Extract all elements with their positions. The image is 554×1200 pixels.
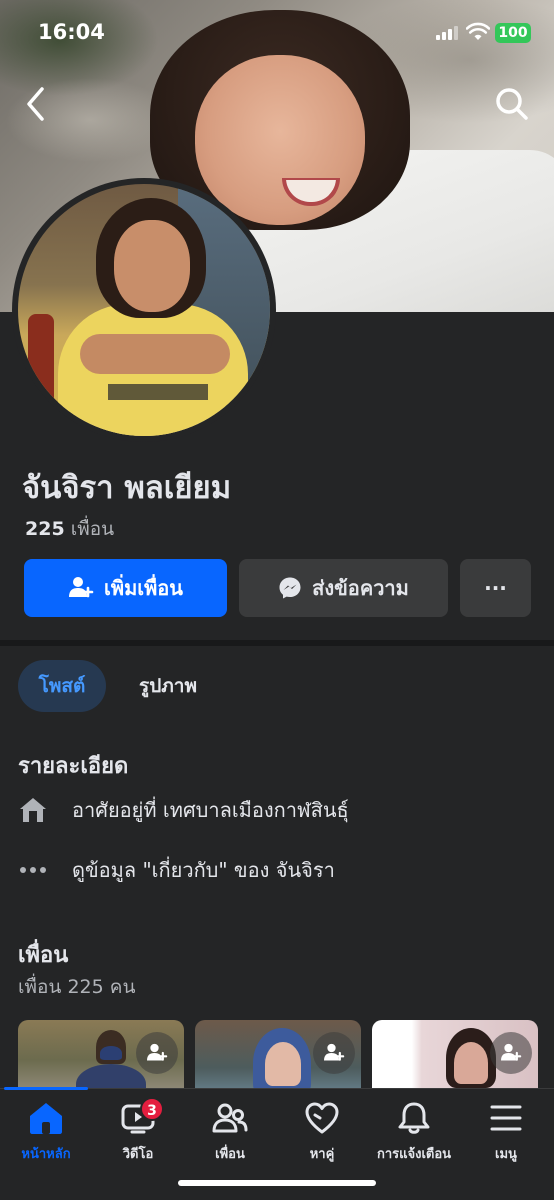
- message-label: ส่งข้อความ: [312, 576, 409, 600]
- nav-friends[interactable]: เพื่อน: [184, 1101, 276, 1171]
- back-button[interactable]: [14, 82, 58, 126]
- dating-heart-icon: [305, 1102, 339, 1134]
- add-friend-icon: [501, 1043, 522, 1061]
- add-friend-icon: [324, 1043, 345, 1061]
- add-friend-button[interactable]: เพิ่มเพื่อน: [24, 559, 227, 617]
- home-indicator: [178, 1180, 376, 1186]
- friends-title: เพื่อน: [18, 943, 69, 968]
- detail-lives-in: อาศัยอยู่ที่ เทศบาลเมืองกาฬสินธุ์: [18, 792, 349, 828]
- lives-in-text: อาศัยอยู่ที่ เทศบาลเมืองกาฬสินธุ์: [72, 798, 349, 822]
- status-time: 16:04: [38, 20, 105, 44]
- bell-icon: [398, 1102, 430, 1134]
- details-title: รายละเอียด: [18, 754, 129, 779]
- nav-menu-label: เมนู: [495, 1147, 517, 1162]
- profile-name: จันจิรา พลเยียม: [22, 470, 232, 506]
- add-friend-icon: [69, 577, 94, 598]
- avatar-bottle: [28, 314, 54, 424]
- friends-icon: [212, 1103, 248, 1133]
- nav-dating[interactable]: หาคู่: [276, 1101, 368, 1171]
- friend-mask: [100, 1046, 122, 1060]
- tab-photos[interactable]: รูปภาพ: [118, 660, 218, 712]
- add-friend-label: เพิ่มเพื่อน: [104, 576, 183, 600]
- more-options-button[interactable]: ···: [460, 559, 531, 617]
- add-friend-bubble[interactable]: [313, 1032, 355, 1074]
- friends-count[interactable]: 225 เพื่อน: [25, 514, 114, 544]
- nav-home-label: หน้าหลัก: [21, 1147, 71, 1162]
- friends-subtitle: เพื่อน 225 คน: [18, 976, 136, 998]
- nav-video-label: วิดีโอ: [122, 1147, 154, 1162]
- message-button[interactable]: ส่งข้อความ: [239, 559, 448, 617]
- add-friend-bubble[interactable]: [490, 1032, 532, 1074]
- search-icon: [496, 88, 528, 120]
- avatar-arms: [80, 334, 230, 374]
- friend-face: [265, 1042, 301, 1086]
- section-divider: [0, 640, 554, 646]
- nav-menu[interactable]: เมนู: [460, 1101, 552, 1171]
- friends-count-number: 225: [25, 518, 65, 540]
- add-friend-bubble[interactable]: [136, 1032, 178, 1074]
- profile-actions: เพิ่มเพื่อน ส่งข้อความ ···: [24, 559, 532, 617]
- status-bar: 16:04 100: [0, 0, 554, 56]
- active-tab-indicator: [4, 1087, 88, 1090]
- friend-face: [454, 1042, 488, 1084]
- tab-posts[interactable]: โพสต์: [18, 660, 106, 712]
- back-chevron-icon: [27, 87, 44, 121]
- battery-indicator: 100: [495, 23, 531, 43]
- nav-friends-label: เพื่อน: [215, 1147, 245, 1162]
- see-about-link[interactable]: ดูข้อมูล "เกี่ยวกับ" ของ จันจิรา: [18, 852, 335, 888]
- menu-icon: [490, 1105, 522, 1131]
- nav-notifications[interactable]: การแจ้งเตือน: [368, 1101, 460, 1171]
- home-icon: [30, 1103, 62, 1134]
- add-friend-icon: [147, 1043, 168, 1061]
- nav-notifications-label: การแจ้งเตือน: [376, 1147, 452, 1162]
- cellular-signal-icon: [436, 26, 458, 40]
- messenger-icon: [279, 577, 301, 599]
- see-about-text: ดูข้อมูล "เกี่ยวกับ" ของ จันจิรา: [72, 858, 335, 882]
- avatar-shirt-print: [108, 384, 208, 400]
- nav-video[interactable]: 3 วิดีโอ: [92, 1097, 184, 1171]
- wifi-icon: [466, 22, 490, 40]
- home-icon: [18, 792, 58, 828]
- friends-count-label: เพื่อน: [70, 518, 115, 540]
- search-button[interactable]: [490, 82, 534, 126]
- video-badge: 3: [140, 1097, 164, 1121]
- profile-avatar[interactable]: [18, 184, 270, 436]
- nav-home[interactable]: หน้าหลัก: [0, 1101, 92, 1171]
- avatar-face: [114, 220, 190, 312]
- more-dots-icon: ···: [484, 576, 507, 600]
- more-dots-icon: [18, 852, 58, 888]
- nav-dating-label: หาคู่: [309, 1147, 335, 1162]
